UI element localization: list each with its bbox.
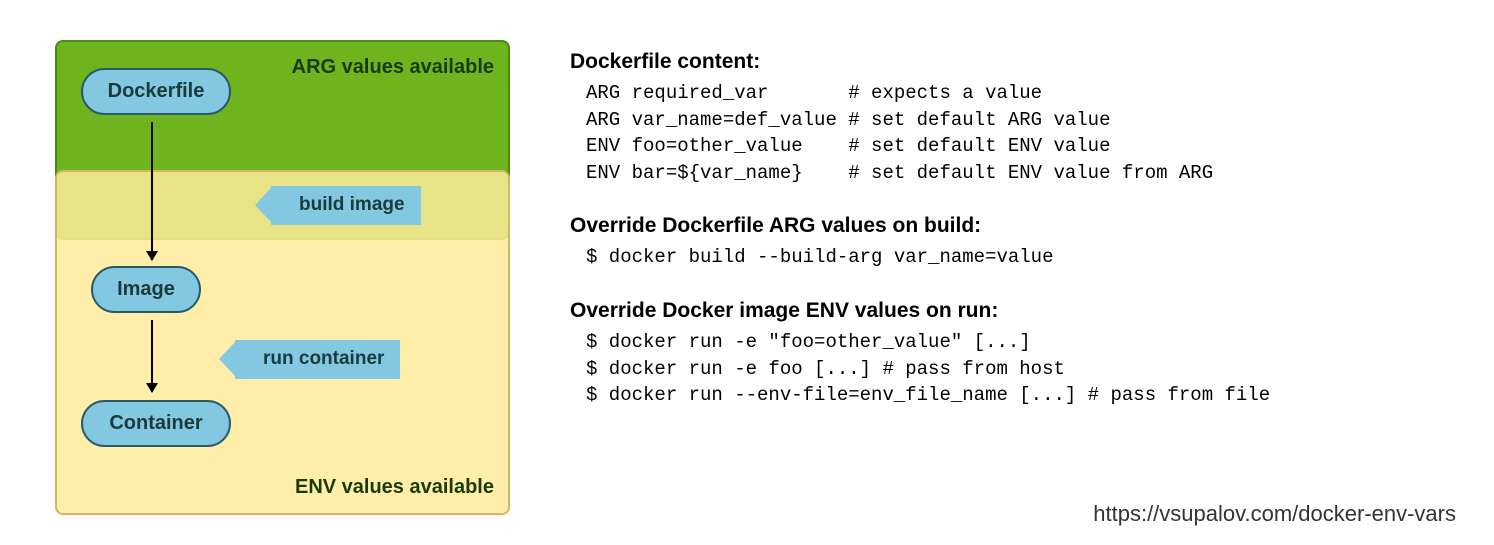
diagram-container: ARG values available ENV values availabl… — [0, 0, 1494, 545]
dockerfile-node: Dockerfile — [81, 68, 231, 115]
run-container-tag: run container — [235, 340, 400, 379]
dockerfile-content-code: ARG required_var # expects a value ARG v… — [586, 80, 1464, 186]
override-run-code: $ docker run -e "foo=other_value" [...] … — [586, 329, 1464, 409]
arg-scope-label: ARG values available — [292, 56, 494, 79]
source-link: https://vsupalov.com/docker-env-vars — [1093, 501, 1456, 527]
diagram-area: ARG values available ENV values availabl… — [55, 40, 510, 515]
override-run-title: Override Docker image ENV values on run: — [570, 299, 1464, 323]
build-image-tag: build image — [271, 186, 421, 225]
arrow-image-to-container — [151, 320, 153, 392]
override-build-code: $ docker build --build-arg var_name=valu… — [586, 244, 1464, 271]
override-build-title: Override Dockerfile ARG values on build: — [570, 214, 1464, 238]
image-node: Image — [91, 266, 201, 313]
text-area: Dockerfile content: ARG required_var # e… — [570, 40, 1464, 525]
env-scope-label: ENV values available — [295, 476, 494, 499]
dockerfile-content-title: Dockerfile content: — [570, 50, 1464, 74]
container-node: Container — [81, 400, 231, 447]
arrow-dockerfile-to-image — [151, 122, 153, 260]
